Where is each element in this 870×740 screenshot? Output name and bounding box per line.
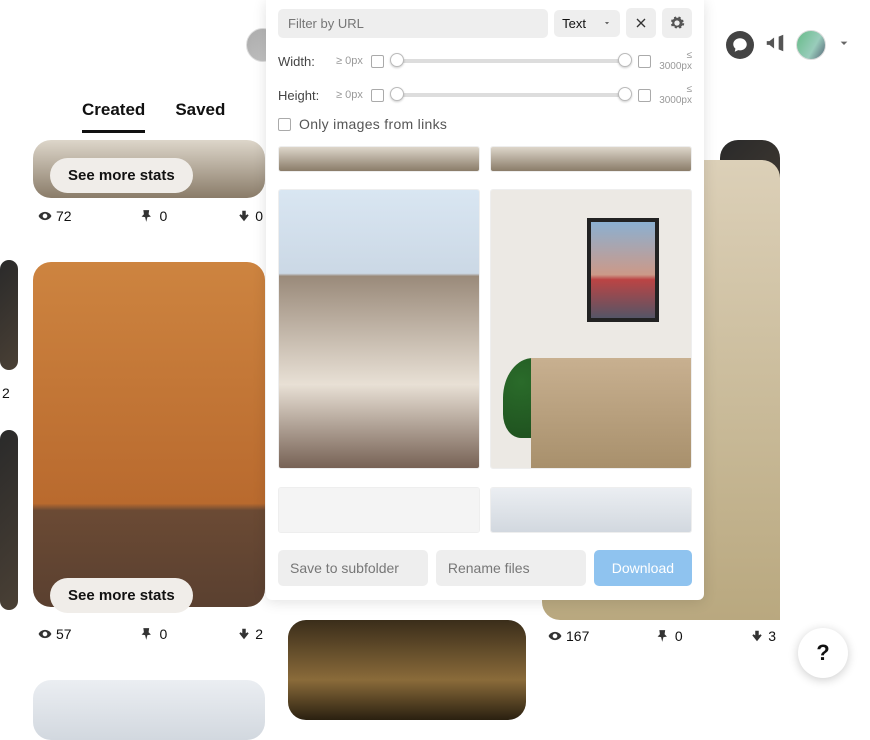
pin-stats-row: 167 0 3 (548, 628, 776, 644)
width-min-label: ≥ 0px (336, 55, 363, 67)
stat-clicks: 2 (2, 385, 10, 401)
eye-icon (38, 627, 52, 641)
pin-thumbnail[interactable] (0, 260, 18, 370)
select-label: Text (562, 16, 586, 31)
pin-thumbnail[interactable] (288, 620, 526, 720)
stat-pins: 0 (159, 626, 167, 642)
pin-thumbnail[interactable] (33, 262, 265, 607)
click-icon (750, 629, 764, 643)
filter-url-input[interactable] (278, 9, 548, 38)
width-min-checkbox[interactable] (371, 55, 384, 68)
eye-icon (38, 209, 52, 223)
stat-clicks: 2 (255, 626, 263, 642)
chat-icon[interactable] (726, 31, 754, 59)
filter-type-select[interactable]: Text (554, 10, 620, 37)
stat-clicks: 3 (768, 628, 776, 644)
image-cell[interactable] (490, 146, 692, 172)
chevron-down-icon[interactable] (836, 35, 852, 56)
only-links-checkbox[interactable] (278, 118, 291, 131)
save-subfolder-button[interactable]: Save to subfolder (278, 550, 428, 586)
close-icon[interactable] (626, 8, 656, 38)
stat-pins: 0 (159, 208, 167, 224)
modal-actions: Save to subfolder Rename files Download (266, 540, 704, 600)
only-links-label: Only images from links (299, 116, 447, 132)
only-links-row: Only images from links (278, 116, 692, 132)
pin-stats-row: 57 0 2 (38, 626, 263, 642)
stat-views: 57 (56, 626, 72, 642)
click-icon (237, 627, 251, 641)
image-cell[interactable] (490, 487, 692, 533)
stat-views: 167 (566, 628, 589, 644)
image-cell[interactable] (490, 189, 692, 469)
slider-knob-min[interactable] (390, 53, 404, 67)
help-button[interactable]: ? (798, 628, 848, 678)
height-max-checkbox[interactable] (638, 89, 651, 102)
rename-files-button[interactable]: Rename files (436, 550, 586, 586)
width-max-checkbox[interactable] (638, 55, 651, 68)
pin-icon (657, 629, 671, 643)
pin-thumbnail[interactable] (0, 430, 18, 610)
image-cell[interactable] (278, 189, 480, 469)
slider-knob-min[interactable] (390, 87, 404, 101)
width-label: Width: (278, 54, 328, 69)
chevron-down-icon (602, 18, 612, 28)
download-button[interactable]: Download (594, 550, 692, 586)
pin-thumbnail[interactable] (33, 680, 265, 740)
tab-saved[interactable]: Saved (175, 100, 225, 133)
image-cell[interactable] (278, 146, 480, 172)
eye-icon (548, 629, 562, 643)
image-cell[interactable] (278, 487, 480, 533)
header-actions (726, 30, 852, 60)
stat-views: 72 (56, 208, 72, 224)
height-filter-row: Height: ≥ 0px ≤3000px (278, 84, 692, 106)
click-icon (237, 209, 251, 223)
see-more-stats-button[interactable]: See more stats (50, 158, 193, 193)
see-more-stats-button[interactable]: See more stats (50, 578, 193, 613)
modal-controls: Text Width: ≥ 0px ≤3000px Height: ≥ 0px (266, 0, 704, 138)
width-slider[interactable] (392, 59, 630, 63)
pin-stats-row: 72 0 0 (38, 208, 263, 224)
avatar[interactable] (796, 30, 826, 60)
tab-created[interactable]: Created (82, 100, 145, 133)
modal-image-grid (266, 146, 704, 540)
pin-icon (141, 627, 155, 641)
stat-pins: 0 (675, 628, 683, 644)
width-filter-row: Width: ≥ 0px ≤3000px (278, 50, 692, 72)
stat-clicks: 0 (255, 208, 263, 224)
gear-icon[interactable] (662, 8, 692, 38)
width-max-label: ≤3000px (659, 50, 692, 72)
height-slider[interactable] (392, 93, 630, 97)
slider-knob-max[interactable] (618, 87, 632, 101)
slider-knob-max[interactable] (618, 53, 632, 67)
height-label: Height: (278, 88, 328, 103)
height-min-checkbox[interactable] (371, 89, 384, 102)
height-max-label: ≤3000px (659, 84, 692, 106)
image-downloader-modal: Text Width: ≥ 0px ≤3000px Height: ≥ 0px (266, 0, 704, 600)
pin-icon (141, 209, 155, 223)
megaphone-icon[interactable] (764, 32, 786, 59)
profile-tabs: Created Saved (82, 100, 225, 133)
height-min-label: ≥ 0px (336, 89, 363, 101)
